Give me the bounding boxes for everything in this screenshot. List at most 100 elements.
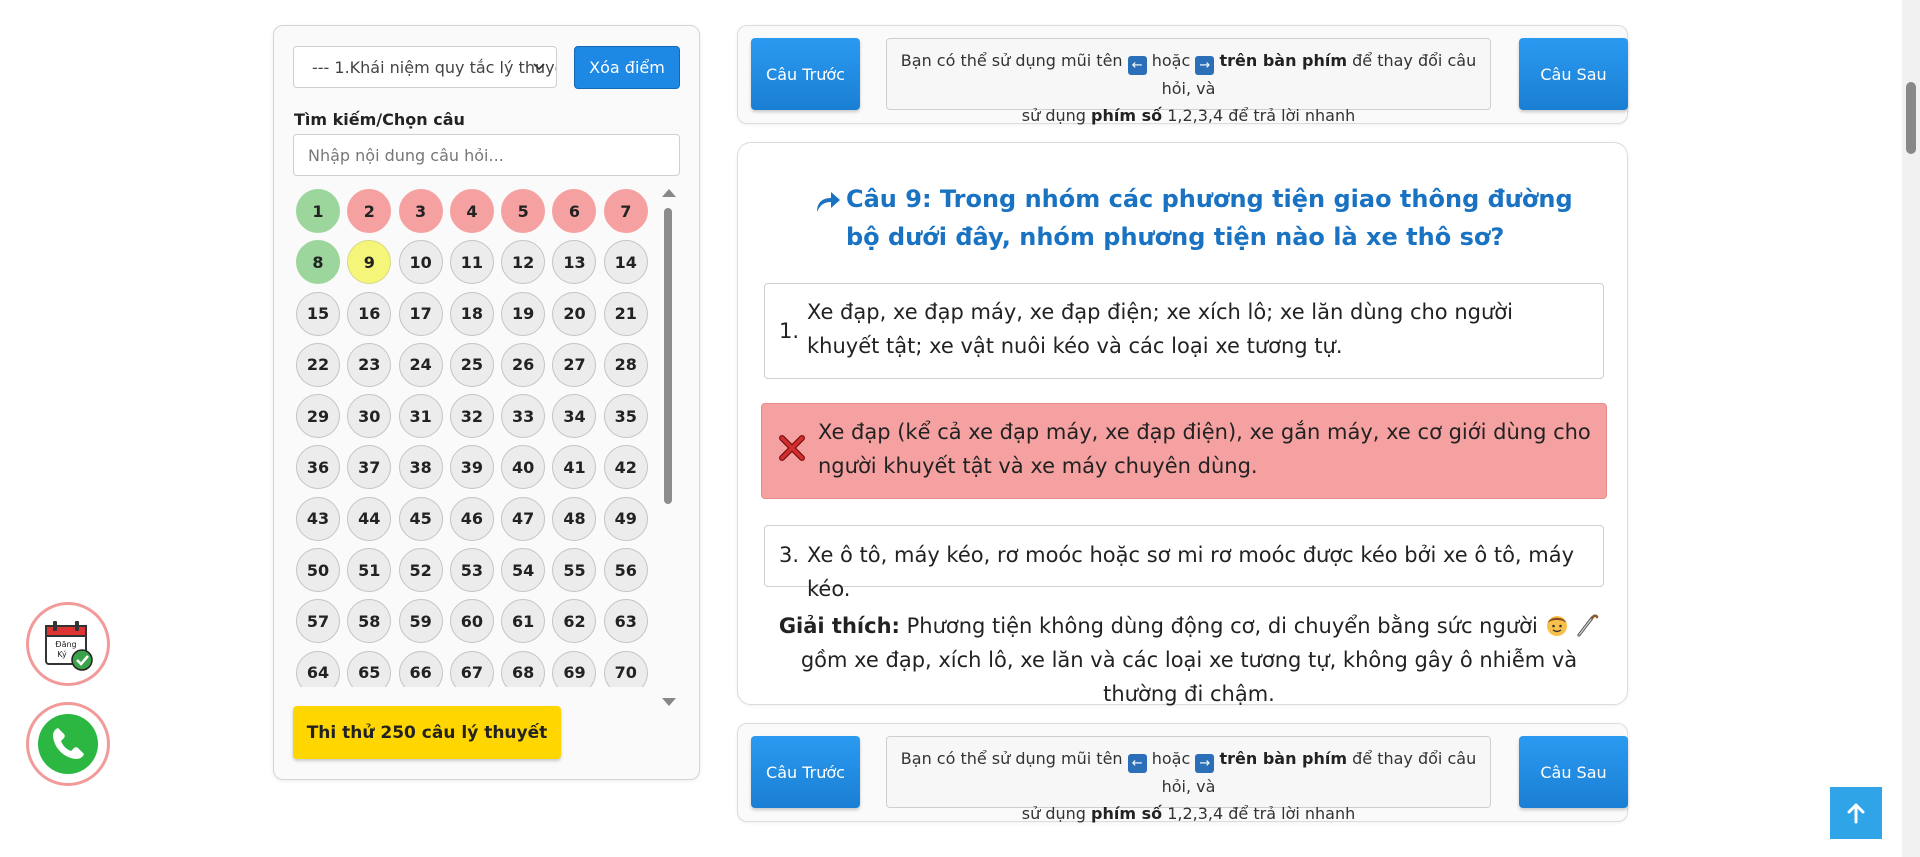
phone-float-button[interactable] [26, 702, 110, 786]
left-arrow-key-icon: ← [1127, 754, 1147, 773]
question-number-button[interactable]: 7 [603, 189, 648, 233]
question-number-button[interactable]: 32 [449, 394, 494, 439]
question-number-button[interactable]: 46 [449, 496, 494, 541]
question-number-button[interactable]: 40 [501, 445, 546, 490]
answer-option-3[interactable]: 3. Xe ô tô, máy kéo, rơ moóc hoặc sơ mi … [764, 525, 1604, 601]
question-number-button[interactable]: 15 [296, 291, 340, 336]
question-number-button[interactable]: 1 [296, 189, 340, 233]
question-number-button[interactable]: 20 [552, 291, 597, 336]
question-number-button[interactable]: 21 [603, 291, 648, 336]
page-scrollbar[interactable] [1902, 0, 1920, 857]
question-number-button[interactable]: 61 [501, 599, 546, 644]
question-number-button[interactable]: 27 [552, 342, 597, 387]
question-number-button[interactable]: 8 [296, 240, 340, 285]
question-number-button[interactable]: 26 [501, 342, 546, 387]
question-number-button[interactable]: 24 [398, 342, 443, 387]
wrong-x-icon [779, 435, 805, 461]
question-number-button[interactable]: 30 [347, 394, 392, 439]
question-number-button[interactable]: 31 [398, 394, 443, 439]
question-number-button[interactable]: 38 [398, 445, 443, 490]
register-float-button[interactable]: Đăng Ký [26, 602, 110, 686]
question-number-button[interactable]: 60 [449, 599, 494, 644]
question-number-button[interactable]: 18 [449, 291, 494, 336]
next-question-button[interactable]: Câu Sau [1519, 38, 1628, 110]
question-number-button[interactable]: 53 [449, 548, 494, 593]
prev-question-button[interactable]: Câu Trước [751, 38, 860, 110]
question-number-button[interactable]: 29 [296, 394, 340, 439]
question-number-button[interactable]: 12 [501, 240, 546, 285]
scroll-down-arrow-icon[interactable] [662, 698, 676, 706]
question-number-button[interactable]: 43 [296, 496, 340, 541]
question-number-button[interactable]: 49 [603, 496, 648, 541]
question-number-button[interactable]: 45 [398, 496, 443, 541]
question-number-button[interactable]: 62 [552, 599, 597, 644]
question-number-button[interactable]: 9 [347, 240, 392, 285]
question-number-button[interactable]: 64 [296, 650, 340, 687]
scroll-up-arrow-icon[interactable] [662, 189, 676, 197]
question-number-button[interactable]: 55 [552, 548, 597, 593]
question-number-button[interactable]: 4 [449, 189, 494, 233]
question-number-button[interactable]: 58 [347, 599, 392, 644]
question-number-button[interactable]: 2 [347, 189, 392, 233]
question-number-button[interactable]: 63 [603, 599, 648, 644]
question-number-button[interactable]: 65 [347, 650, 392, 687]
practice-exam-button[interactable]: Thi thử 250 câu lý thuyết [293, 706, 561, 759]
question-card: Câu 9: Trong nhóm các phương tiện giao t… [737, 142, 1628, 706]
question-number-button[interactable]: 59 [398, 599, 443, 644]
question-number-button[interactable]: 47 [501, 496, 546, 541]
answer-option-1[interactable]: 1. Xe đạp, xe đạp máy, xe đạp điện; xe x… [764, 283, 1604, 379]
question-number-button[interactable]: 33 [501, 394, 546, 439]
question-number-button[interactable]: 3 [398, 189, 443, 233]
question-number-button[interactable]: 36 [296, 445, 340, 490]
question-number-button[interactable]: 16 [347, 291, 392, 336]
question-number-button[interactable]: 5 [501, 189, 546, 233]
question-number-button[interactable]: 39 [449, 445, 494, 490]
answer-option-2[interactable]: Xe đạp (kể cả xe đạp máy, xe đạp điện), … [761, 403, 1607, 499]
question-nav-top: Câu Trước Bạn có thể sử dụng mũi tên ← h… [737, 25, 1628, 125]
page-scrollbar-thumb[interactable] [1906, 82, 1916, 154]
question-number-button[interactable]: 48 [552, 496, 597, 541]
explanation-text: gồm xe đạp, xích lô, xe lăn và các loại … [800, 648, 1578, 706]
question-number-button[interactable]: 51 [347, 548, 392, 593]
question-number-button[interactable]: 28 [603, 342, 648, 387]
question-number-button[interactable]: 13 [552, 240, 597, 285]
question-number-button[interactable]: 19 [501, 291, 546, 336]
question-number-button[interactable]: 25 [449, 342, 494, 387]
hint-text: 1,2,3,4 để trả lời nhanh [1167, 106, 1356, 125]
question-number-button[interactable]: 6 [552, 189, 597, 233]
chevron-down-icon [533, 63, 545, 71]
question-number-button[interactable]: 44 [347, 496, 392, 541]
question-number-button[interactable]: 69 [552, 650, 597, 687]
back-to-top-button[interactable] [1830, 787, 1882, 839]
question-number-button[interactable]: 37 [347, 445, 392, 490]
question-number-button[interactable]: 42 [603, 445, 648, 490]
question-number-button[interactable]: 11 [449, 240, 494, 285]
scrollbar-thumb[interactable] [664, 208, 672, 504]
question-number-button[interactable]: 17 [398, 291, 443, 336]
question-number-button[interactable]: 34 [552, 394, 597, 439]
question-number-button[interactable]: 41 [552, 445, 597, 490]
search-input[interactable]: Nhập nội dung câu hỏi... [293, 134, 680, 176]
prev-question-button[interactable]: Câu Trước [751, 736, 860, 808]
question-number-button[interactable]: 66 [398, 650, 443, 687]
topic-select[interactable]: --- 1.Khái niệm quy tắc lý thuyết [293, 46, 557, 88]
question-number-button[interactable]: 10 [398, 240, 443, 285]
question-number-button[interactable]: 70 [603, 650, 648, 687]
question-number-button[interactable]: 22 [296, 342, 340, 387]
question-number-button[interactable]: 14 [603, 240, 648, 285]
question-number-button[interactable]: 35 [603, 394, 648, 439]
question-number-button[interactable]: 23 [347, 342, 392, 387]
question-number-button[interactable]: 52 [398, 548, 443, 593]
hint-bold-text: trên bàn phím [1219, 749, 1348, 768]
question-number-button[interactable]: 50 [296, 548, 340, 593]
next-question-button[interactable]: Câu Sau [1519, 736, 1628, 808]
topic-select-value: --- 1.Khái niệm quy tắc lý thuyết [312, 57, 557, 77]
question-number-button[interactable]: 56 [603, 548, 648, 593]
clear-score-button[interactable]: Xóa điểm [574, 46, 680, 89]
question-number-button[interactable]: 57 [296, 599, 340, 644]
question-grid-scrollbar[interactable] [661, 189, 676, 706]
explanation: Giải thích: Phương tiện không dùng động … [774, 609, 1604, 711]
question-number-button[interactable]: 54 [501, 548, 546, 593]
question-number-button[interactable]: 67 [449, 650, 494, 687]
question-number-button[interactable]: 68 [501, 650, 546, 687]
